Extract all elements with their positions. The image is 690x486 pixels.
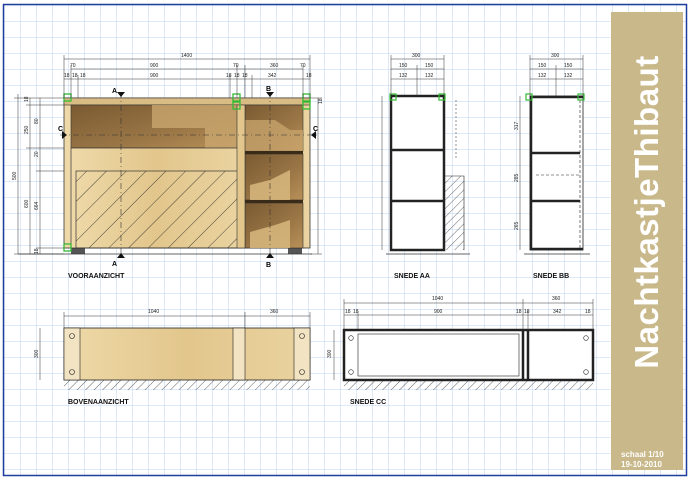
dim-inner-right: 342 bbox=[268, 73, 277, 79]
dim: 18 bbox=[524, 309, 530, 315]
dim-vert: 18 bbox=[24, 96, 30, 102]
dim: 150 bbox=[564, 63, 573, 69]
dim: 1040 bbox=[148, 309, 159, 315]
dim-vert: 250 bbox=[24, 125, 30, 134]
dim-vert: 285 bbox=[514, 173, 520, 182]
dim: 18 bbox=[585, 309, 591, 315]
aa-hatch bbox=[444, 176, 464, 250]
dim-right-width: 360 bbox=[270, 63, 279, 69]
label-top-view: BOVENAANZICHT bbox=[68, 399, 129, 406]
marker-c-left: C bbox=[58, 126, 63, 133]
dim-small: 18 bbox=[234, 73, 240, 79]
dim: 18 bbox=[353, 309, 359, 315]
dim-inner-left: 900 bbox=[150, 73, 159, 79]
dim: 150 bbox=[425, 63, 434, 69]
dim-vert: 300 bbox=[34, 349, 40, 358]
dim-vert: 265 bbox=[514, 221, 520, 230]
dim: 132 bbox=[538, 73, 547, 79]
aa-outer bbox=[389, 94, 446, 252]
title-block: NachtkastjeThibaut schaal 1/10 19-10-201… bbox=[611, 12, 683, 470]
drawing-scale: schaal 1/10 bbox=[621, 450, 664, 459]
dim-left-width: 900 bbox=[150, 63, 159, 69]
dim-vert: 20 bbox=[34, 151, 40, 157]
top-view-hatch bbox=[64, 380, 310, 390]
marker-b-bottom: B bbox=[266, 262, 271, 269]
drawing-title: NachtkastjeThibaut bbox=[628, 55, 665, 369]
dim-small: 70 bbox=[233, 63, 239, 69]
dim-small: 18 bbox=[242, 73, 248, 79]
bb-outer bbox=[529, 95, 584, 251]
dim: 18 bbox=[516, 309, 522, 315]
dim: 150 bbox=[399, 63, 408, 69]
dim-small: 70 bbox=[70, 63, 76, 69]
front-drawer-hatch bbox=[75, 170, 239, 249]
front-top-panel bbox=[63, 97, 311, 106]
dim-small: 18 bbox=[226, 73, 232, 79]
drawing-sheet: A A B B C C VOORAANZICHT 1400 900 360 70 bbox=[0, 0, 690, 481]
front-base-right bbox=[288, 248, 302, 254]
dim-vert: 600 bbox=[24, 199, 30, 208]
label-section-aa: SNEDE AA bbox=[394, 273, 430, 280]
dim-small: 18 bbox=[72, 73, 78, 79]
dim: 360 bbox=[552, 296, 561, 302]
label-section-cc: SNEDE CC bbox=[350, 399, 386, 406]
dim-vert: 317 bbox=[514, 121, 520, 130]
dim: 132 bbox=[399, 73, 408, 79]
technical-drawing: A A B B C C VOORAANZICHT 1400 900 360 70 bbox=[2, 3, 688, 477]
dim: 132 bbox=[425, 73, 434, 79]
dim-vert: 300 bbox=[327, 349, 333, 358]
top-view-right-panel bbox=[293, 327, 311, 381]
label-front-view: VOORAANZICHT bbox=[68, 273, 125, 280]
dim-small: 18 bbox=[64, 73, 70, 79]
top-view-left-panel bbox=[63, 327, 81, 381]
cc-outer bbox=[342, 328, 595, 382]
dim: 1040 bbox=[432, 296, 443, 302]
drawing-date: 19-10-2010 bbox=[621, 460, 662, 469]
dim-small: 18 bbox=[80, 73, 86, 79]
dim: 300 bbox=[551, 53, 560, 59]
dim-vert: 500 bbox=[12, 171, 18, 180]
dim: 132 bbox=[564, 73, 573, 79]
dim: 342 bbox=[553, 309, 562, 315]
front-shelf-2 bbox=[245, 200, 303, 203]
dim-small: 70 bbox=[300, 63, 306, 69]
dim: 900 bbox=[434, 309, 443, 315]
dim-vert: 80 bbox=[34, 118, 40, 124]
dim: 18 bbox=[345, 309, 351, 315]
dim: 150 bbox=[538, 63, 547, 69]
dim: 300 bbox=[412, 53, 421, 59]
dim-vert: 18 bbox=[34, 248, 40, 254]
dim-overall-width: 1400 bbox=[181, 53, 192, 59]
dim-small: 18 bbox=[306, 73, 312, 79]
top-view-mid-panel bbox=[232, 327, 246, 381]
front-shelf-1 bbox=[245, 151, 303, 154]
top-view-outline bbox=[63, 327, 311, 381]
dim-vert: 664 bbox=[34, 201, 40, 210]
dim-vert: 18 bbox=[318, 98, 324, 104]
dim: 360 bbox=[270, 309, 279, 315]
front-base-left bbox=[71, 248, 85, 254]
marker-c-right: C bbox=[313, 126, 318, 133]
marker-a-top: A bbox=[112, 88, 117, 95]
marker-b-top: B bbox=[266, 86, 271, 93]
marker-a-bottom: A bbox=[112, 261, 117, 268]
title-wrapper: NachtkastjeThibaut bbox=[611, 12, 683, 412]
cc-hatch bbox=[344, 380, 593, 390]
front-divider bbox=[236, 104, 246, 249]
label-section-bb: SNEDE BB bbox=[533, 273, 569, 280]
